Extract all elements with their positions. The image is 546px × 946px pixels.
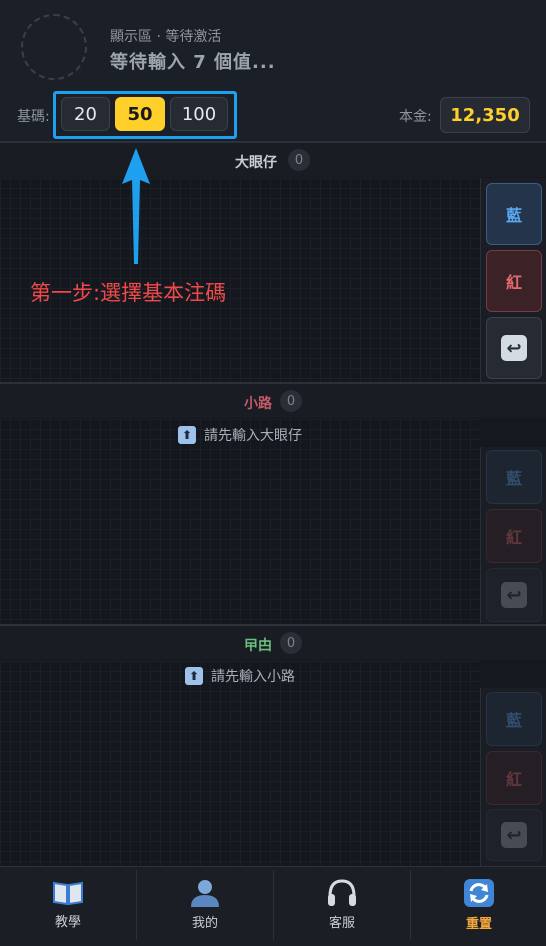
blue-button[interactable]: 藍: [486, 183, 542, 245]
section-hint: ⬆ 請先輸入小路: [0, 665, 480, 687]
red-button[interactable]: 紅: [486, 509, 542, 563]
book-icon: [53, 881, 83, 905]
section-count-badge: 0: [280, 390, 302, 412]
blue-button[interactable]: 藍: [486, 450, 542, 504]
red-button[interactable]: 紅: [486, 250, 542, 312]
undo-icon: ↩: [501, 335, 527, 361]
section-count-badge: 0: [280, 632, 302, 654]
base-chip-20[interactable]: 20: [61, 97, 110, 131]
undo-icon: ↩: [501, 822, 527, 848]
section-hint: ⬆ 請先輸入大眼仔: [0, 424, 480, 446]
tab-tutorial[interactable]: 教學: [0, 866, 136, 942]
section-header-cockroach: 曱甴 0: [0, 626, 546, 660]
section-title: 曱甴: [244, 638, 272, 654]
tab-reset[interactable]: 重置: [411, 866, 546, 942]
undo-button[interactable]: ↩: [486, 568, 542, 622]
undo-icon: ↩: [501, 582, 527, 608]
section-title: 小路: [244, 396, 272, 412]
hint-text: 請先輸入大眼仔: [204, 428, 302, 444]
section-header-big-eye: 大眼仔 0: [0, 143, 546, 177]
headset-icon: [328, 878, 356, 906]
annotation-text: 第一步:選擇基本注碼: [30, 281, 227, 305]
undo-button[interactable]: ↩: [486, 809, 542, 861]
up-arrow-icon: ⬆: [185, 667, 203, 685]
red-button[interactable]: 紅: [486, 751, 542, 805]
capital-value: 12,350: [440, 97, 530, 133]
tab-label: 教學: [54, 914, 81, 930]
user-icon: [191, 879, 219, 907]
capital-label: 本金:: [399, 109, 432, 125]
reset-icon: [464, 878, 494, 907]
annotation-arrow-icon: [122, 148, 150, 264]
tab-support[interactable]: 客服: [274, 866, 410, 942]
base-chip-50[interactable]: 50: [115, 97, 165, 131]
road-grid-cockroach[interactable]: [0, 661, 480, 866]
tab-label: 我的: [191, 915, 218, 931]
base-label: 基碼:: [17, 109, 50, 125]
display-status: 等待輸入 7 個值...: [110, 52, 276, 73]
up-arrow-icon: ⬆: [178, 426, 196, 444]
section-title: 大眼仔: [235, 155, 277, 171]
section-header-small-road: 小路 0: [0, 384, 546, 418]
hint-text: 請先輸入小路: [211, 669, 295, 685]
display-subtitle: 顯示區 · 等待激活: [110, 29, 222, 45]
section-count-badge: 0: [288, 149, 310, 171]
tab-profile[interactable]: 我的: [137, 866, 273, 942]
blue-button[interactable]: 藍: [486, 692, 542, 746]
road-grid-small-road[interactable]: [0, 419, 480, 623]
status-indicator-ring: [21, 14, 87, 80]
tab-label: 客服: [328, 915, 355, 931]
undo-button[interactable]: ↩: [486, 317, 542, 379]
tab-label: 重置: [465, 916, 492, 932]
base-chip-100[interactable]: 100: [170, 97, 228, 131]
